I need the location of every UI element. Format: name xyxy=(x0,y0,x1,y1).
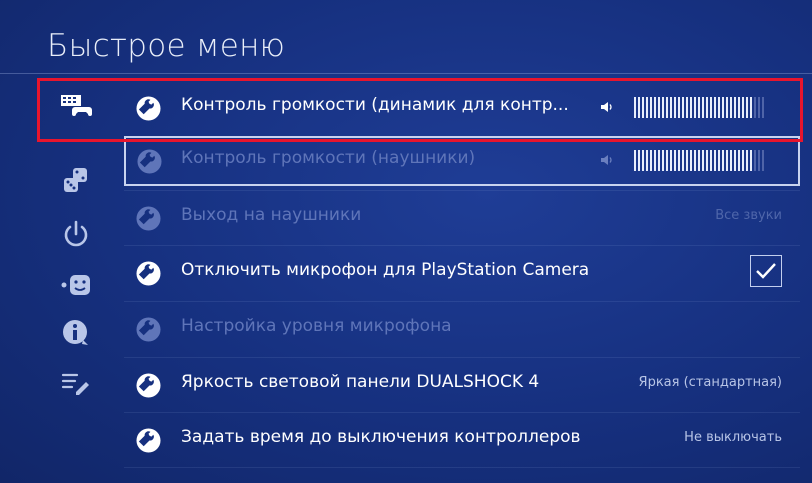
volume-meter-tick xyxy=(702,150,704,171)
page-title: Быстрое меню xyxy=(47,28,286,64)
row-divider xyxy=(124,412,800,413)
row-divider xyxy=(124,357,800,358)
volume-meter-tick xyxy=(750,150,752,171)
mute-mic-checkbox[interactable] xyxy=(750,255,782,287)
mic-level-row[interactable]: Настройка уровня микрофона xyxy=(124,304,800,354)
volume-meter-tick xyxy=(742,150,744,171)
volume-meter-tick xyxy=(690,150,692,171)
wrench-icon xyxy=(136,317,161,342)
mute-camera-mic-row[interactable]: Отключить микрофон для PlayStation Camer… xyxy=(124,248,800,298)
volume-meter-tick xyxy=(662,150,664,171)
volume-meter-tick xyxy=(698,150,700,171)
volume-meter-tick xyxy=(754,150,756,171)
volume-meter-tick xyxy=(658,150,660,171)
speaker-icon xyxy=(601,155,612,165)
volume-meter-tick xyxy=(706,150,708,171)
volume-meter-tick xyxy=(678,150,680,171)
volume-meter-tick xyxy=(666,150,668,171)
wrench-icon xyxy=(137,149,162,174)
volume-meter-tick xyxy=(758,150,760,171)
volume-meter-tick xyxy=(650,150,652,171)
row-label: Выход на наушники xyxy=(181,205,362,225)
volume-meter[interactable] xyxy=(634,150,769,171)
volume-headphones-row[interactable]: Контроль громкости (наушники) xyxy=(124,136,800,186)
volume-meter-tick xyxy=(638,150,640,171)
volume-meter-tick xyxy=(674,150,676,171)
volume-meter-tick xyxy=(694,150,696,171)
volume-meter-tick xyxy=(686,150,688,171)
controller-timeout-row[interactable]: Задать время до выключения контроллеров … xyxy=(124,415,800,465)
volume-meter-tick xyxy=(634,150,636,171)
power-icon[interactable] xyxy=(59,219,93,249)
volume-meter-tick xyxy=(646,150,648,171)
volume-meter-tick xyxy=(722,150,724,171)
annotation-highlight-box xyxy=(37,78,803,142)
wrench-icon xyxy=(136,206,161,231)
volume-meter-tick xyxy=(710,150,712,171)
row-label: Настройка уровня микрофона xyxy=(181,316,452,336)
volume-meter-tick xyxy=(730,150,732,171)
volume-meter-tick xyxy=(670,150,672,171)
wrench-icon xyxy=(136,428,161,453)
volume-meter-tick xyxy=(726,150,728,171)
info-icon[interactable] xyxy=(59,318,93,348)
row-value: Не выключать xyxy=(684,430,782,445)
lightbar-brightness-row[interactable]: Яркость световой панели DUALSHOCK 4 Ярка… xyxy=(124,360,800,410)
volume-meter-tick xyxy=(762,150,764,171)
volume-meter-tick xyxy=(738,150,740,171)
volume-meter-tick xyxy=(714,150,716,171)
row-label: Задать время до выключения контроллеров xyxy=(181,427,581,447)
row-label: Отключить микрофон для PlayStation Camer… xyxy=(181,260,590,280)
volume-meter-tick xyxy=(642,150,644,171)
volume-meter-tick xyxy=(654,150,656,171)
row-divider xyxy=(124,467,800,468)
volume-meter-tick xyxy=(718,150,720,171)
volume-meter-tick xyxy=(746,150,748,171)
wrench-icon xyxy=(136,373,161,398)
wrench-icon xyxy=(136,261,161,286)
row-label: Контроль громкости (наушники) xyxy=(181,148,476,168)
row-divider xyxy=(124,245,800,246)
volume-meter-tick xyxy=(682,150,684,171)
list-edit-icon[interactable] xyxy=(59,368,93,398)
row-divider xyxy=(124,301,800,302)
row-label: Яркость световой панели DUALSHOCK 4 xyxy=(181,372,540,392)
row-value: Яркая (стандартная) xyxy=(638,375,782,390)
dice-icon[interactable] xyxy=(59,166,93,196)
volume-meter-tick xyxy=(734,150,736,171)
row-value: Все звуки xyxy=(715,208,782,223)
face-icon[interactable] xyxy=(59,270,93,300)
checkmark-icon xyxy=(756,263,776,279)
headphone-output-row[interactable]: Выход на наушники Все звуки xyxy=(124,193,800,243)
title-divider xyxy=(0,73,812,74)
row-divider xyxy=(124,190,800,191)
